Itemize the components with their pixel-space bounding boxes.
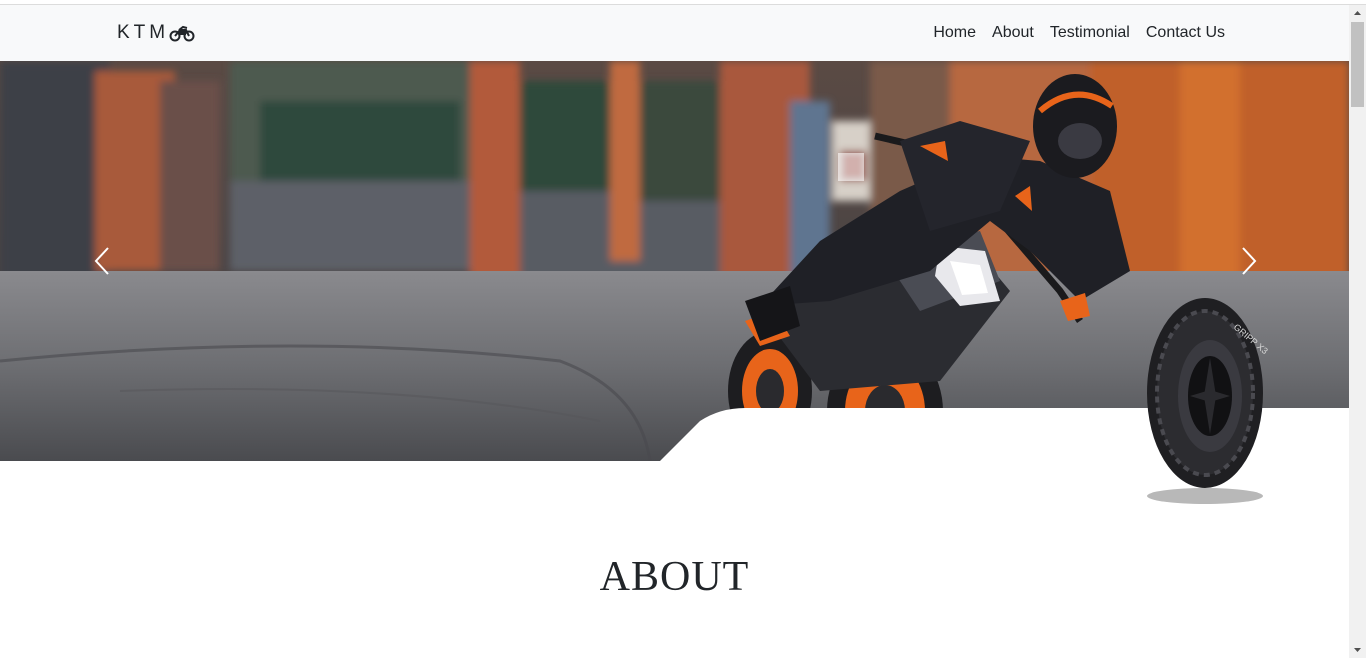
nav-about[interactable]: About [992, 24, 1034, 42]
chevron-right-icon[interactable] [1233, 246, 1263, 276]
scrollbar[interactable] [1349, 5, 1366, 658]
nav-contact-us[interactable]: Contact Us [1146, 24, 1225, 42]
motorcycle-icon [169, 25, 195, 42]
navbar: KTM Home About Testimonial Contact Us [0, 5, 1349, 61]
page: KTM Home About Testimonial Contact Us GR… [0, 0, 1366, 658]
about-title: ABOUT [599, 554, 750, 600]
scroll-down-arrow-icon[interactable] [1349, 641, 1366, 658]
scroll-up-arrow-icon[interactable] [1349, 5, 1366, 22]
chevron-left-icon[interactable] [88, 246, 118, 276]
brand-name: KTM [117, 22, 170, 43]
nav-home[interactable]: Home [933, 24, 976, 42]
tyre-image: GRIPP X3 [1147, 298, 1270, 504]
nav-testimonial[interactable]: Testimonial [1050, 24, 1130, 42]
scroll-thumb[interactable] [1351, 22, 1364, 107]
brand-logo[interactable]: KTM [117, 22, 195, 44]
nav-menu: Home About Testimonial Contact Us [933, 24, 1225, 42]
